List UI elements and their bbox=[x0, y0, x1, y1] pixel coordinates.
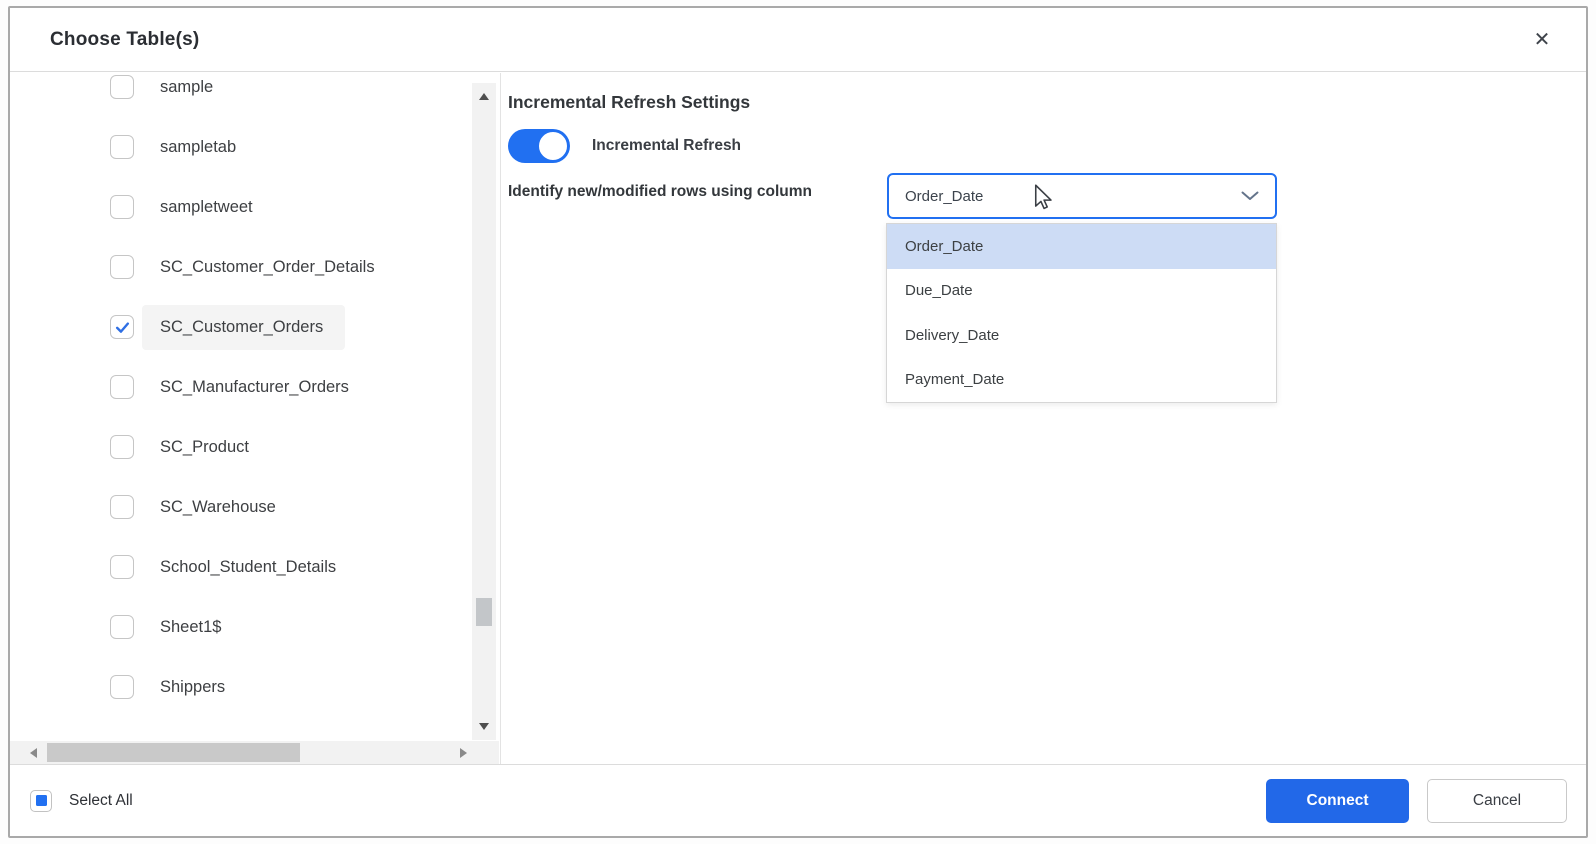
table-list-item[interactable]: sampletweet bbox=[10, 177, 460, 237]
table-label: sampletab bbox=[160, 137, 237, 156]
dialog-body: sample sampletab sampletweet SC_Customer… bbox=[10, 73, 1586, 764]
chevron-down-icon bbox=[1241, 191, 1259, 200]
table-label: SC_Product bbox=[160, 437, 249, 456]
table-label: SC_Warehouse bbox=[160, 497, 276, 516]
table-checkbox[interactable] bbox=[110, 435, 134, 459]
scroll-up-icon[interactable] bbox=[479, 93, 489, 100]
table-label: SC_Customer_Orders bbox=[142, 304, 346, 350]
dropdown-option[interactable]: Payment_Date bbox=[887, 358, 1276, 403]
vertical-scrollbar[interactable] bbox=[472, 83, 496, 740]
table-label: School_Student_Details bbox=[160, 557, 337, 576]
column-select[interactable]: Order_Date bbox=[887, 173, 1277, 219]
incremental-refresh-panel: Incremental Refresh Settings Incremental… bbox=[501, 73, 1586, 764]
scroll-left-icon[interactable] bbox=[30, 748, 37, 758]
dialog-footer: Select All Connect Cancel bbox=[10, 764, 1586, 836]
toggle-label: Incremental Refresh bbox=[592, 137, 742, 154]
scroll-right-icon[interactable] bbox=[460, 748, 467, 758]
table-label: SC_Customer_Order_Details bbox=[160, 257, 375, 276]
close-icon[interactable]: ✕ bbox=[1528, 26, 1556, 54]
table-list-item[interactable]: sample bbox=[10, 73, 460, 117]
table-checkbox[interactable] bbox=[110, 315, 134, 339]
vertical-scrollbar-thumb[interactable] bbox=[476, 598, 492, 626]
table-list: sample sampletab sampletweet SC_Customer… bbox=[10, 73, 460, 717]
indeterminate-checkbox-icon[interactable] bbox=[30, 789, 52, 812]
table-checkbox[interactable] bbox=[110, 195, 134, 219]
settings-heading: Incremental Refresh Settings bbox=[508, 92, 751, 112]
table-checkbox[interactable] bbox=[110, 615, 134, 639]
cancel-button[interactable]: Cancel bbox=[1427, 778, 1567, 823]
dropdown-option[interactable]: Due_Date bbox=[887, 269, 1276, 314]
table-label: sampletweet bbox=[160, 197, 253, 216]
table-checkbox[interactable] bbox=[110, 495, 134, 519]
dialog-title: Choose Table(s) bbox=[50, 28, 200, 50]
select-all-label: Select All bbox=[69, 791, 133, 809]
horizontal-scrollbar[interactable] bbox=[10, 741, 499, 764]
dialog-header: Choose Table(s) ✕ bbox=[10, 8, 1586, 72]
table-label: SC_Manufacturer_Orders bbox=[160, 377, 349, 396]
table-list-item[interactable]: SC_Customer_Order_Details bbox=[10, 237, 460, 297]
table-label: Shippers bbox=[160, 677, 226, 696]
dropdown-option[interactable]: Delivery_Date bbox=[887, 313, 1276, 358]
table-list-panel: sample sampletab sampletweet SC_Customer… bbox=[10, 73, 501, 764]
table-checkbox[interactable] bbox=[110, 555, 134, 579]
column-select-label: Identify new/modified rows using column bbox=[508, 183, 812, 200]
dropdown-option[interactable]: Order_Date bbox=[887, 224, 1276, 269]
table-list-item[interactable]: Shippers bbox=[10, 657, 460, 717]
table-checkbox[interactable] bbox=[110, 255, 134, 279]
table-checkbox[interactable] bbox=[110, 675, 134, 699]
table-list-item[interactable]: School_Student_Details bbox=[10, 537, 460, 597]
table-list-item[interactable]: sampletab bbox=[10, 117, 460, 177]
table-list-item[interactable]: SC_Product bbox=[10, 417, 460, 477]
toggle-knob bbox=[537, 130, 569, 162]
incremental-refresh-toggle[interactable] bbox=[508, 129, 570, 163]
table-list-item[interactable]: SC_Manufacturer_Orders bbox=[10, 357, 460, 417]
column-select-value: Order_Date bbox=[905, 187, 984, 205]
column-dropdown-menu: Order_Date Due_Date Delivery_Date Paymen… bbox=[886, 223, 1277, 403]
table-list-item[interactable]: SC_Warehouse bbox=[10, 477, 460, 537]
table-label: sample bbox=[160, 77, 214, 96]
table-label: Sheet1$ bbox=[160, 617, 222, 636]
choose-tables-dialog: Choose Table(s) ✕ sample sampletab sampl… bbox=[8, 6, 1588, 838]
table-checkbox[interactable] bbox=[110, 135, 134, 159]
table-list-item[interactable]: Sheet1$ bbox=[10, 597, 460, 657]
table-checkbox[interactable] bbox=[110, 75, 134, 99]
connect-button[interactable]: Connect bbox=[1266, 778, 1409, 823]
scroll-down-icon[interactable] bbox=[479, 723, 489, 730]
horizontal-scrollbar-thumb[interactable] bbox=[47, 743, 300, 762]
check-icon bbox=[115, 321, 129, 333]
table-list-item[interactable]: SC_Customer_Orders bbox=[10, 297, 460, 357]
select-all-checkbox[interactable]: Select All bbox=[30, 789, 133, 812]
table-checkbox[interactable] bbox=[110, 375, 134, 399]
